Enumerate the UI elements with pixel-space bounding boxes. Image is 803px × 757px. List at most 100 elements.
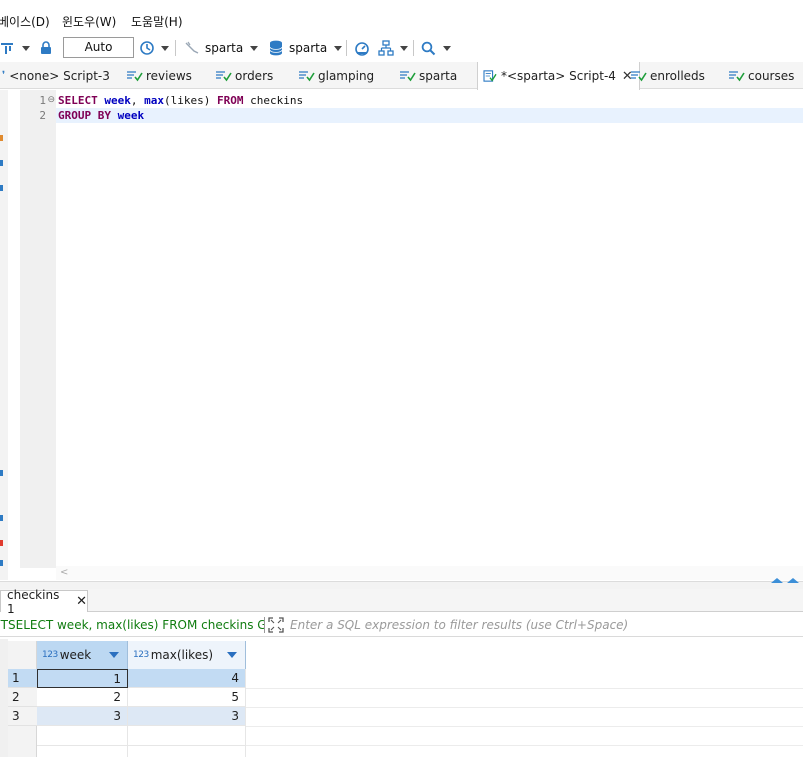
grid-line (246, 726, 803, 727)
connection-icon[interactable] (184, 36, 200, 60)
script-icon (483, 70, 497, 82)
tab-glamping[interactable]: glamping (299, 62, 374, 89)
table-cell-week[interactable]: 3 (37, 707, 128, 726)
database-selector[interactable]: sparta (289, 36, 327, 60)
tab-label: enrolleds (650, 68, 705, 83)
grid-line (246, 688, 803, 689)
tab-label: orders (235, 68, 274, 83)
results-filter-bar: T SELECT week, max(likes) FROM checkins … (0, 613, 803, 637)
table-cell-max-likes[interactable]: 3 (128, 707, 246, 726)
sort-icon[interactable] (227, 652, 237, 658)
history-icon[interactable] (139, 36, 155, 60)
search-icon[interactable] (421, 36, 436, 60)
numeric-type-icon: 123 (42, 650, 58, 660)
tab-label: reviews (146, 68, 192, 83)
main-toolbar: Auto sparta sparta (0, 36, 803, 60)
row-number-empty (8, 726, 37, 757)
table-icon (299, 70, 315, 81)
row-number[interactable]: 1 (8, 669, 37, 688)
row-number[interactable]: 2 (8, 688, 37, 707)
editor-horizontal-scrollbar[interactable]: < (56, 566, 803, 580)
expand-filter-icon[interactable] (268, 616, 284, 633)
close-icon[interactable]: ✕ (76, 594, 87, 609)
grid-line (37, 745, 246, 746)
column-name: max(likes) (150, 648, 214, 662)
grid-side-strip (0, 639, 8, 757)
tab-script-4[interactable]: *<sparta> Script-4 ✕ (477, 62, 640, 90)
tab-sparta[interactable]: sparta (400, 62, 457, 89)
connection-name: sparta (205, 41, 244, 55)
connection-selector[interactable]: sparta (205, 36, 243, 60)
line-number: 1 (39, 94, 46, 107)
database-icon[interactable] (269, 36, 283, 60)
commit-mode-dropdown-icon[interactable] (22, 36, 30, 60)
tab-enrolleds[interactable]: enrolleds (631, 62, 705, 89)
tab-orders[interactable]: orders (216, 62, 273, 89)
toolbar-separator (346, 36, 347, 60)
editor-tab-bar: ❜ <none> Script-3 reviews orders glampin… (0, 62, 803, 90)
toolbar-separator (413, 36, 414, 60)
tab-courses[interactable]: courses (729, 62, 794, 89)
line-number: 2 (39, 109, 46, 122)
column-name: week (59, 648, 92, 662)
tab-label: *<sparta> Script-4 (501, 69, 616, 83)
grid-corner[interactable] (8, 641, 37, 669)
code-line-1[interactable]: SELECT week, max(likes) FROM checkins (56, 93, 803, 108)
sql-marker-icon: T (0, 617, 8, 632)
menu-database[interactable]: 베이스(D) (0, 13, 50, 30)
tab-reviews[interactable]: reviews (127, 62, 192, 89)
toolbar-separator (175, 36, 176, 60)
table-icon (216, 70, 232, 81)
tab-label: courses (748, 68, 795, 83)
numeric-type-icon: 123 (133, 650, 149, 660)
fold-icon[interactable]: ⊖ (47, 95, 55, 105)
menu-window[interactable]: 윈도우(W) (62, 13, 116, 30)
sort-icon[interactable] (109, 652, 119, 658)
sql-editor[interactable]: SELECT week, max(likes) FROM checkins GR… (56, 90, 803, 568)
history-dropdown-icon[interactable] (161, 36, 169, 60)
maximize-panel-icon[interactable] (771, 578, 799, 583)
tab-label: <none> Script-3 (9, 68, 110, 83)
grid-line (246, 707, 803, 708)
column-header-week[interactable]: 123 week (37, 641, 128, 669)
results-tab-label: checkins 1 (7, 587, 60, 616)
database-dropdown-icon[interactable] (334, 36, 342, 60)
results-grid: 123 week 123 max(likes) 1 1 4 2 2 5 3 3 … (0, 639, 803, 757)
grid-line (127, 726, 128, 757)
search-dropdown-icon[interactable] (443, 36, 451, 60)
results-tab-bar: checkins 1 ✕ (0, 588, 803, 616)
tree-icon[interactable] (378, 36, 394, 60)
dashboard-icon[interactable] (354, 36, 370, 60)
table-icon (631, 70, 647, 81)
script-icon: ❜ (2, 70, 6, 81)
row-number[interactable]: 3 (8, 707, 37, 726)
table-icon (127, 70, 143, 81)
commit-mode-icon[interactable] (0, 36, 14, 60)
grid-line (246, 745, 803, 746)
filter-input[interactable]: Enter a SQL expression to filter results… (290, 618, 628, 632)
side-panel-strip (0, 90, 8, 580)
code-line-2[interactable]: GROUP BY week (56, 108, 803, 123)
scroll-left-icon[interactable]: < (60, 567, 68, 578)
panel-divider[interactable] (0, 578, 803, 589)
grid-line (245, 669, 246, 757)
table-icon (729, 70, 745, 81)
table-cell-week[interactable]: 2 (37, 688, 128, 707)
menu-bar: 베이스(D) 윈도우(W) 도움말(H) (0, 0, 803, 36)
tab-script-3[interactable]: ❜ <none> Script-3 (0, 62, 110, 89)
table-cell-week[interactable]: 1 (37, 669, 128, 688)
line-number-gutter: 1 ⊖ 2 (20, 90, 56, 568)
filter-separator (264, 616, 265, 633)
tree-dropdown-icon[interactable] (400, 36, 408, 60)
table-icon (400, 70, 416, 81)
tab-label: sparta (419, 68, 458, 83)
table-cell-max-likes[interactable]: 5 (128, 688, 246, 707)
executed-query-text: SELECT week, max(likes) FROM checkins GR… (8, 617, 264, 632)
table-cell-max-likes[interactable]: 4 (128, 669, 246, 688)
lock-icon[interactable] (39, 36, 53, 60)
tab-results-checkins[interactable]: checkins 1 ✕ (0, 588, 88, 616)
column-header-max-likes[interactable]: 123 max(likes) (128, 641, 246, 669)
connection-dropdown-icon[interactable] (250, 36, 258, 60)
transaction-mode-field[interactable]: Auto (63, 37, 134, 58)
menu-help[interactable]: 도움말(H) (131, 13, 183, 30)
